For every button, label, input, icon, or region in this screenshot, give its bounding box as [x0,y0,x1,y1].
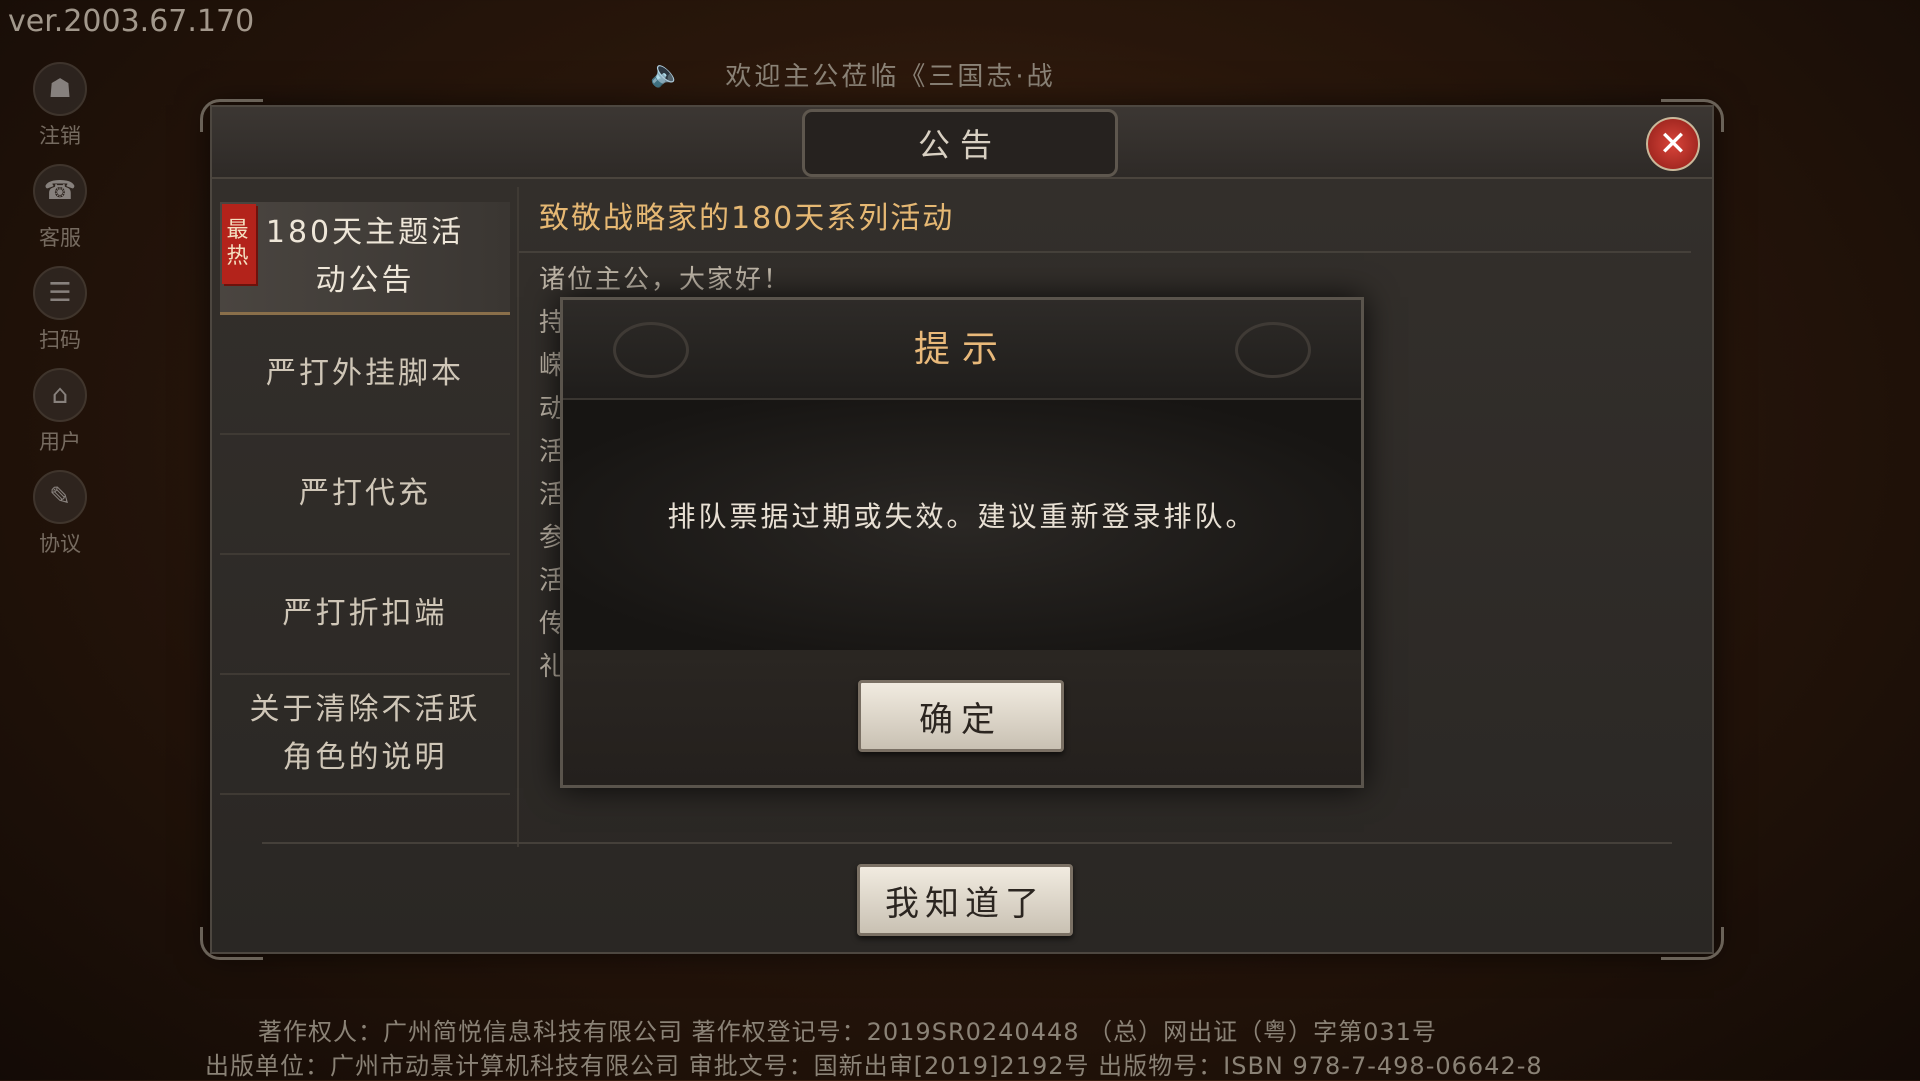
tab-label: 严打外挂脚本 [266,356,464,391]
side-item-agreement[interactable]: ✎ 协议 [20,463,100,565]
side-item-label: 扫码 [39,328,81,352]
announcement-tabs: 最热 180天主题活动公告 严打外挂脚本 严打代充 严打折扣端 关于清除不活跃角… [220,202,510,795]
tab-label: 180天主题活动公告 [265,215,465,298]
side-item-support[interactable]: ☎ 客服 [20,157,100,259]
scan-icon: ☰ [33,266,87,320]
speaker-icon[interactable]: 🔈 [650,59,685,89]
support-icon: ☎ [33,164,87,218]
divider [262,842,1672,844]
close-button[interactable]: ✕ [1646,117,1700,171]
content-line: 诸位主公，大家好！ [539,265,792,295]
corner-ornament [1661,927,1724,960]
tab-label: 严打折扣端 [282,596,448,631]
dialog-message: 排队票据过期或失效。建议重新登录排队。 [667,500,1257,533]
side-item-label: 注销 [39,124,81,148]
side-item-logout[interactable]: ☗ 注销 [20,55,100,157]
tab-anti-discount-client[interactable]: 严打折扣端 [220,555,510,675]
marquee: 🔈 欢迎主公莅临《三国志·战 [650,52,1270,96]
prompt-dialog: 提示 排队票据过期或失效。建议重新登录排队。 确定 [560,297,1364,788]
tab-180-day-event[interactable]: 最热 180天主题活动公告 [220,202,510,315]
tab-label: 关于清除不活跃角色的说明 [249,692,481,775]
acknowledge-button[interactable]: 我知道了 [857,864,1073,936]
tab-anti-cheat[interactable]: 严打外挂脚本 [220,315,510,435]
logout-icon: ☗ [33,62,87,116]
hot-badge: 最热 [222,204,256,284]
dialog-body: 排队票据过期或失效。建议重新登录排队。 [563,400,1361,650]
tab-anti-proxy-recharge[interactable]: 严打代充 [220,435,510,555]
corner-ornament [200,99,263,132]
publisher-line: 出版单位：广州市动景计算机科技有限公司 审批文号：国新出审[2019]2192号… [205,1052,1543,1080]
divider [519,251,1691,253]
side-item-label: 用户 [39,430,81,454]
panel-title: 公告 [802,109,1118,177]
side-item-scan[interactable]: ☰ 扫码 [20,259,100,361]
close-icon: ✕ [1658,124,1688,164]
version-label: ver.2003.67.170 [8,4,255,39]
side-item-user[interactable]: ⌂ 用户 [20,361,100,463]
marquee-text: 欢迎主公莅临《三国志·战 [725,61,1056,92]
corner-ornament [200,927,263,960]
agreement-icon: ✎ [33,470,87,524]
tab-inactive-role-cleanup[interactable]: 关于清除不活跃角色的说明 [220,675,510,795]
content-title: 致敬战略家的180天系列活动 [539,201,955,236]
side-item-label: 客服 [39,226,81,250]
copyright-line: 著作权人：广州简悦信息科技有限公司 著作权登记号：2019SR0240448 （… [258,1018,1437,1046]
side-item-label: 协议 [39,532,81,556]
tab-label: 严打代充 [299,476,431,511]
dialog-header: 提示 [563,300,1361,400]
side-menu: ☗ 注销 ☎ 客服 ☰ 扫码 ⌂ 用户 ✎ 协议 [20,55,100,565]
user-icon: ⌂ [33,368,87,422]
confirm-button[interactable]: 确定 [858,680,1064,752]
dialog-title: 提示 [913,329,1010,370]
